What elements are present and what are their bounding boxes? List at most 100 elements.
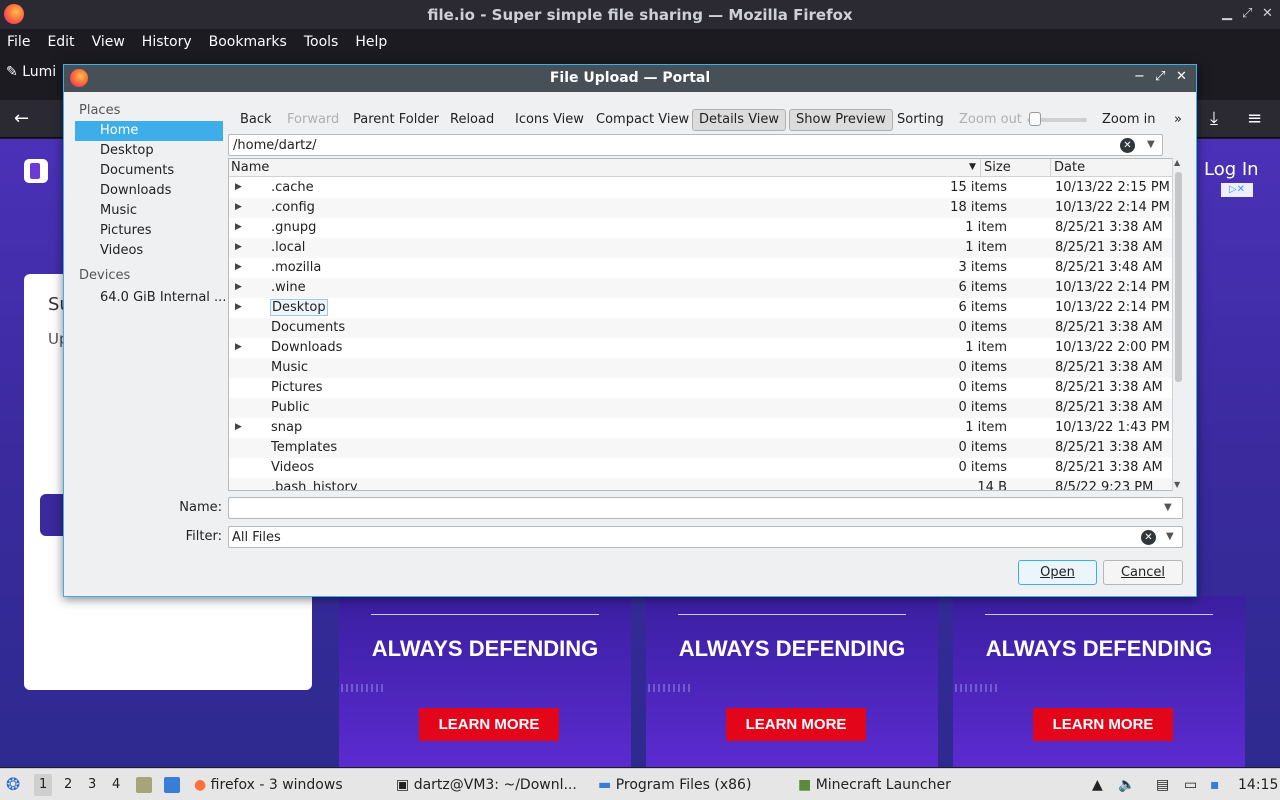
back-button[interactable]: Back xyxy=(234,109,278,131)
place-desktop[interactable]: Desktop xyxy=(75,141,225,161)
expand-arrow-icon[interactable]: ▶ xyxy=(235,302,242,312)
open-button[interactable]: Open xyxy=(1018,560,1097,585)
expand-arrow-icon[interactable]: ▶ xyxy=(235,242,242,252)
menu-help[interactable]: Help xyxy=(355,34,387,50)
column-name[interactable]: Name xyxy=(231,160,269,175)
file-row[interactable]: ▶ .mozilla 3 items 8/25/21 3:48 AM xyxy=(229,258,1183,278)
workspace-1[interactable]: 1 xyxy=(34,774,53,796)
task-terminal[interactable]: ▣ dartz@VM3: ~/Downl... xyxy=(396,777,577,793)
details-view-button[interactable]: Details View xyxy=(692,109,787,131)
file-row[interactable]: Pictures 0 items 8/25/21 3:38 AM xyxy=(229,378,1183,398)
file-row[interactable]: ▶ snap 1 item 10/13/22 1:43 PM xyxy=(229,418,1183,438)
browser-tab[interactable]: ✎ Lumi xyxy=(6,64,56,80)
expand-arrow-icon[interactable]: ▶ xyxy=(235,182,242,192)
column-size[interactable]: Size xyxy=(984,160,1011,175)
chevron-down-icon[interactable]: ▼ xyxy=(1166,531,1174,542)
ad-learn-more-button[interactable]: LEARN MORE xyxy=(419,708,559,741)
download-icon[interactable]: ⤓ xyxy=(1210,108,1218,129)
file-row[interactable]: ▶ Desktop 6 items 10/13/22 2:14 PM xyxy=(229,298,1183,318)
scroll-down-icon[interactable]: ▼ xyxy=(1174,480,1180,489)
sorting-button[interactable]: Sorting xyxy=(891,109,950,131)
back-arrow-icon[interactable]: ← xyxy=(14,108,29,129)
reload-button[interactable]: Reload xyxy=(444,109,500,131)
show-desktop-icon[interactable] xyxy=(164,777,180,793)
start-menu-icon[interactable]: ❂ xyxy=(6,775,20,795)
tray-up-icon[interactable]: ▲ xyxy=(1092,777,1103,793)
clear-icon[interactable]: ✕ xyxy=(1141,530,1156,545)
menu-file[interactable]: File xyxy=(7,34,30,50)
file-list-scrollbar[interactable]: ▲ ▼ xyxy=(1172,158,1184,491)
forward-button[interactable]: Forward xyxy=(281,109,345,131)
name-input[interactable]: ▼ xyxy=(228,497,1183,519)
file-row[interactable]: ▶ Downloads 1 item 10/13/22 2:00 PM xyxy=(229,338,1183,358)
device-internal-drive[interactable]: 64.0 GiB Internal ... xyxy=(75,288,225,308)
task-firefox[interactable]: ● firefox - 3 windows xyxy=(194,777,343,793)
network-icon[interactable]: ▭ xyxy=(1184,777,1197,793)
zoom-slider-handle[interactable] xyxy=(1029,112,1041,126)
maximize-icon[interactable]: ⤢ xyxy=(1155,69,1165,84)
close-icon[interactable]: ✕ xyxy=(1176,69,1187,84)
scrollbar-thumb[interactable] xyxy=(1175,172,1182,382)
menu-view[interactable]: View xyxy=(92,34,125,50)
menu-tools[interactable]: Tools xyxy=(304,34,339,50)
clock[interactable]: 14:15 xyxy=(1238,777,1278,793)
minimize-icon[interactable]: ▁ xyxy=(1222,6,1232,21)
clear-icon[interactable]: ✕ xyxy=(1120,138,1135,153)
more-icon[interactable]: » xyxy=(1168,109,1188,131)
ad-banner[interactable]: ALWAYS DEFENDING LEARN MORE xyxy=(646,596,938,767)
place-videos[interactable]: Videos xyxy=(75,241,225,261)
ad-banner[interactable]: ALWAYS DEFENDING LEARN MORE xyxy=(339,596,631,767)
file-row[interactable]: Public 0 items 8/25/21 3:38 AM xyxy=(229,398,1183,418)
menu-edit[interactable]: Edit xyxy=(47,34,74,50)
volume-icon[interactable]: 🔈 xyxy=(1118,777,1135,793)
hamburger-menu-icon[interactable]: ≡ xyxy=(1247,108,1262,129)
path-input[interactable]: /home/dartz/ ✕ ▼ xyxy=(228,134,1163,156)
column-date[interactable]: Date xyxy=(1054,160,1085,175)
menu-history[interactable]: History xyxy=(142,34,192,50)
file-manager-icon[interactable] xyxy=(136,777,152,793)
workspace-4[interactable]: 4 xyxy=(112,777,120,792)
file-row[interactable]: Documents 0 items 8/25/21 3:38 AM xyxy=(229,318,1183,338)
ad-banner[interactable]: ALWAYS DEFENDING LEARN MORE xyxy=(953,596,1245,767)
place-documents[interactable]: Documents xyxy=(75,161,225,181)
ad-choices-icon[interactable]: ▷✕ xyxy=(1221,183,1253,197)
file-row[interactable]: ▶ .config 18 items 10/13/22 2:14 PM xyxy=(229,198,1183,218)
zoom-out-button[interactable]: Zoom out xyxy=(953,109,1028,131)
icons-view-button[interactable]: Icons View xyxy=(509,109,590,131)
compact-view-button[interactable]: Compact View xyxy=(590,109,695,131)
file-row[interactable]: ▶ .gnupg 1 item 8/25/21 3:38 AM xyxy=(229,218,1183,238)
close-icon[interactable]: ✕ xyxy=(1262,6,1273,21)
ad-learn-more-button[interactable]: LEARN MORE xyxy=(726,708,866,741)
place-downloads[interactable]: Downloads xyxy=(75,181,225,201)
parent-folder-button[interactable]: Parent Folder xyxy=(347,109,445,131)
dialog-titlebar[interactable]: File Upload — Portal − ⤢ ✕ xyxy=(64,65,1196,92)
scroll-up-icon[interactable]: ▲ xyxy=(1174,158,1180,167)
show-preview-button[interactable]: Show Preview xyxy=(789,109,893,131)
task-minecraft[interactable]: ■ Minecraft Launcher xyxy=(798,777,951,793)
place-pictures[interactable]: Pictures xyxy=(75,221,225,241)
expand-arrow-icon[interactable]: ▶ xyxy=(235,222,242,232)
expand-arrow-icon[interactable]: ▶ xyxy=(235,262,242,272)
zoom-in-button[interactable]: Zoom in xyxy=(1096,109,1161,131)
file-row[interactable]: ▶ .local 1 item 8/25/21 3:38 AM xyxy=(229,238,1183,258)
place-music[interactable]: Music xyxy=(75,201,225,221)
file-row[interactable]: ▶ .wine 6 items 10/13/22 2:14 PM xyxy=(229,278,1183,298)
chevron-down-icon[interactable]: ▼ xyxy=(1147,139,1155,150)
workspace-3[interactable]: 3 xyxy=(88,777,96,792)
chevron-down-icon[interactable]: ▼ xyxy=(1164,502,1172,513)
file-row[interactable]: Videos 0 items 8/25/21 3:38 AM xyxy=(229,458,1183,478)
clipboard-icon[interactable]: ▤ xyxy=(1156,777,1169,793)
expand-arrow-icon[interactable]: ▶ xyxy=(235,422,242,432)
file-row[interactable]: Templates 0 items 8/25/21 3:38 AM xyxy=(229,438,1183,458)
task-folder[interactable]: ▬ Program Files (x86) xyxy=(598,777,751,793)
expand-arrow-icon[interactable]: ▶ xyxy=(235,202,242,212)
cancel-button[interactable]: Cancel xyxy=(1103,560,1183,585)
expand-arrow-icon[interactable]: ▶ xyxy=(235,342,242,352)
login-link[interactable]: Log In xyxy=(1204,159,1259,180)
file-row[interactable]: .bash_history 14 B 8/5/22 9:23 PM xyxy=(229,478,1183,490)
notification-icon[interactable]: ▪ xyxy=(1210,777,1220,793)
sort-indicator-icon[interactable]: ▼ xyxy=(969,162,976,172)
workspace-2[interactable]: 2 xyxy=(64,777,72,792)
menu-bookmarks[interactable]: Bookmarks xyxy=(209,34,287,50)
ad-learn-more-button[interactable]: LEARN MORE xyxy=(1033,708,1173,741)
